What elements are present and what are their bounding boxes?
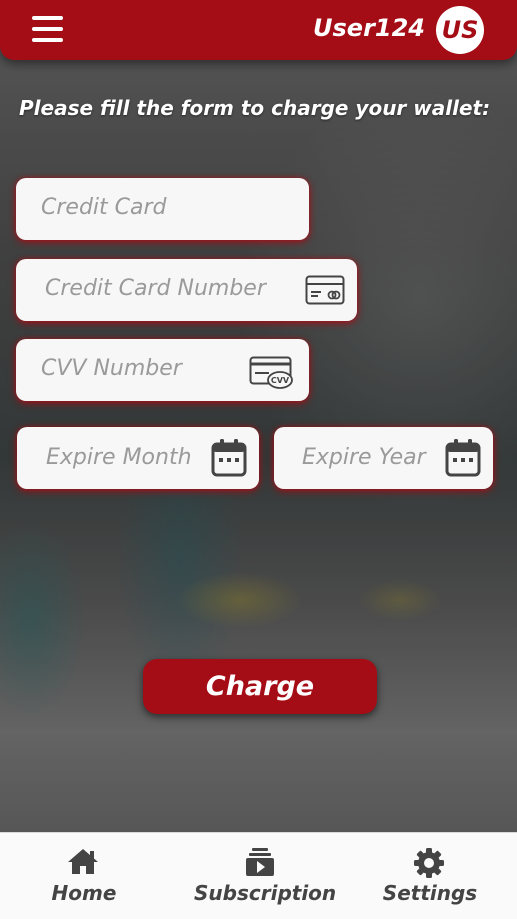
app-header: User124 US	[0, 0, 517, 60]
bottom-nav: Home Subscription Settings	[0, 832, 517, 919]
nav-item-home[interactable]: Home	[34, 833, 134, 919]
credit-card-number-field[interactable]: Credit Card Number	[16, 259, 357, 321]
home-icon	[68, 849, 98, 874]
credit-card-field[interactable]: Credit Card	[16, 178, 309, 240]
svg-text:CVV: CVV	[271, 376, 290, 385]
form-instruction: Please fill the form to charge your wall…	[19, 96, 491, 120]
expire-year-placeholder: Expire Year	[302, 445, 426, 470]
hamburger-menu-icon[interactable]	[32, 14, 64, 44]
expire-month-field[interactable]: Expire Month	[17, 427, 259, 489]
gear-icon	[414, 848, 444, 878]
nav-label-settings: Settings	[382, 881, 478, 905]
expire-month-placeholder: Expire Month	[46, 445, 192, 470]
nav-item-subscription[interactable]: Subscription	[194, 833, 337, 919]
calendar-icon	[211, 439, 247, 481]
avatar[interactable]: US	[436, 6, 484, 54]
credit-card-number-placeholder: Credit Card Number	[45, 276, 266, 301]
credit-card-placeholder: Credit Card	[41, 195, 167, 220]
cvv-card-icon: CVV	[249, 356, 295, 394]
credit-card-icon	[305, 275, 345, 309]
cvv-number-field[interactable]: CVV Number CVV	[16, 339, 309, 401]
charge-button[interactable]: Charge	[143, 659, 377, 714]
nav-item-settings[interactable]: Settings	[380, 833, 480, 919]
calendar-icon	[445, 439, 481, 481]
nav-label-subscription: Subscription	[194, 881, 337, 905]
subscription-icon	[246, 848, 274, 876]
nav-label-home: Home	[51, 881, 117, 905]
expire-year-field[interactable]: Expire Year	[274, 427, 493, 489]
username-label: User124	[313, 14, 425, 42]
cvv-number-placeholder: CVV Number	[41, 356, 182, 381]
